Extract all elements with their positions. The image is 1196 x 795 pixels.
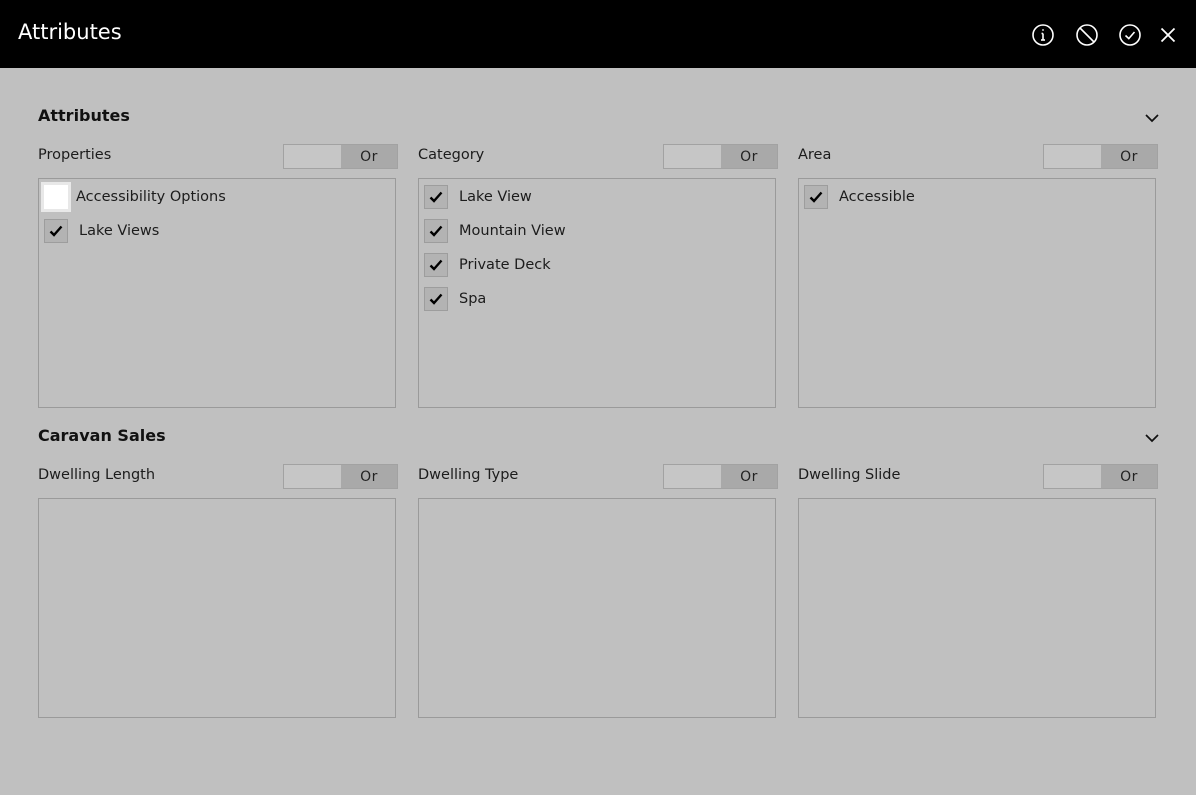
toggle-or-label: Or xyxy=(341,145,397,168)
list-item[interactable]: Lake Views xyxy=(41,214,391,248)
match-mode-toggle[interactable]: Or xyxy=(663,464,778,489)
toggle-or-label: Or xyxy=(1101,465,1157,488)
properties-list: Accessibility Options Lake Views xyxy=(38,178,396,408)
list-item-label: Accessibility Options xyxy=(76,189,226,205)
toggle-or-label: Or xyxy=(721,145,777,168)
toggle-or-label: Or xyxy=(341,465,397,488)
list-item[interactable]: Accessible xyxy=(801,180,1151,214)
dwelling-length-list xyxy=(38,498,396,718)
close-icon[interactable] xyxy=(1156,23,1180,47)
toggle-off-side xyxy=(1044,145,1101,168)
list-item[interactable]: Accessibility Options xyxy=(41,180,391,214)
chevron-down-icon[interactable] xyxy=(1143,429,1161,447)
checkbox-checked[interactable] xyxy=(44,219,68,243)
list-item[interactable]: Lake View xyxy=(421,180,771,214)
match-mode-toggle[interactable]: Or xyxy=(663,144,778,169)
checkbox-unchecked[interactable] xyxy=(41,182,71,212)
list-item-label: Spa xyxy=(459,291,487,307)
toggle-off-side xyxy=(284,465,341,488)
panel-label-dwelling-type: Dwelling Type xyxy=(418,467,519,483)
panel-label-area: Area xyxy=(798,147,832,163)
toggle-or-label: Or xyxy=(1101,145,1157,168)
checkbox-checked[interactable] xyxy=(424,253,448,277)
match-mode-toggle[interactable]: Or xyxy=(283,464,398,489)
dwelling-slide-list xyxy=(798,498,1156,718)
area-list: Accessible xyxy=(798,178,1156,408)
section-title-caravan-sales: Caravan Sales xyxy=(38,426,166,445)
checkbox-checked[interactable] xyxy=(804,185,828,209)
list-item-label: Lake View xyxy=(459,189,532,205)
list-item[interactable]: Private Deck xyxy=(421,248,771,282)
dwelling-type-list xyxy=(418,498,776,718)
checkbox-checked[interactable] xyxy=(424,287,448,311)
toggle-off-side xyxy=(284,145,341,168)
list-item-label: Mountain View xyxy=(459,223,566,239)
cancel-icon[interactable] xyxy=(1075,23,1099,47)
confirm-icon[interactable] xyxy=(1118,23,1142,47)
toggle-off-side xyxy=(664,145,721,168)
match-mode-toggle[interactable]: Or xyxy=(1043,464,1158,489)
list-item-label: Lake Views xyxy=(79,223,160,239)
panel-label-properties: Properties xyxy=(38,147,112,163)
toggle-off-side xyxy=(1044,465,1101,488)
category-list: Lake View Mountain View Private Deck Spa xyxy=(418,178,776,408)
panel-label-category: Category xyxy=(418,147,485,163)
title-bar: Attributes xyxy=(0,0,1196,68)
checkbox-checked[interactable] xyxy=(424,219,448,243)
panel-label-dwelling-slide: Dwelling Slide xyxy=(798,467,901,483)
window-title: Attributes xyxy=(18,20,122,44)
match-mode-toggle[interactable]: Or xyxy=(1043,144,1158,169)
list-item-label: Accessible xyxy=(839,189,915,205)
list-item[interactable]: Spa xyxy=(421,282,771,316)
list-item-label: Private Deck xyxy=(459,257,551,273)
checkbox-checked[interactable] xyxy=(424,185,448,209)
toggle-or-label: Or xyxy=(721,465,777,488)
toggle-off-side xyxy=(664,465,721,488)
panel-label-dwelling-length: Dwelling Length xyxy=(38,467,156,483)
section-title-attributes: Attributes xyxy=(38,106,130,125)
chevron-down-icon[interactable] xyxy=(1143,109,1161,127)
info-icon[interactable] xyxy=(1031,23,1055,47)
list-item[interactable]: Mountain View xyxy=(421,214,771,248)
match-mode-toggle[interactable]: Or xyxy=(283,144,398,169)
